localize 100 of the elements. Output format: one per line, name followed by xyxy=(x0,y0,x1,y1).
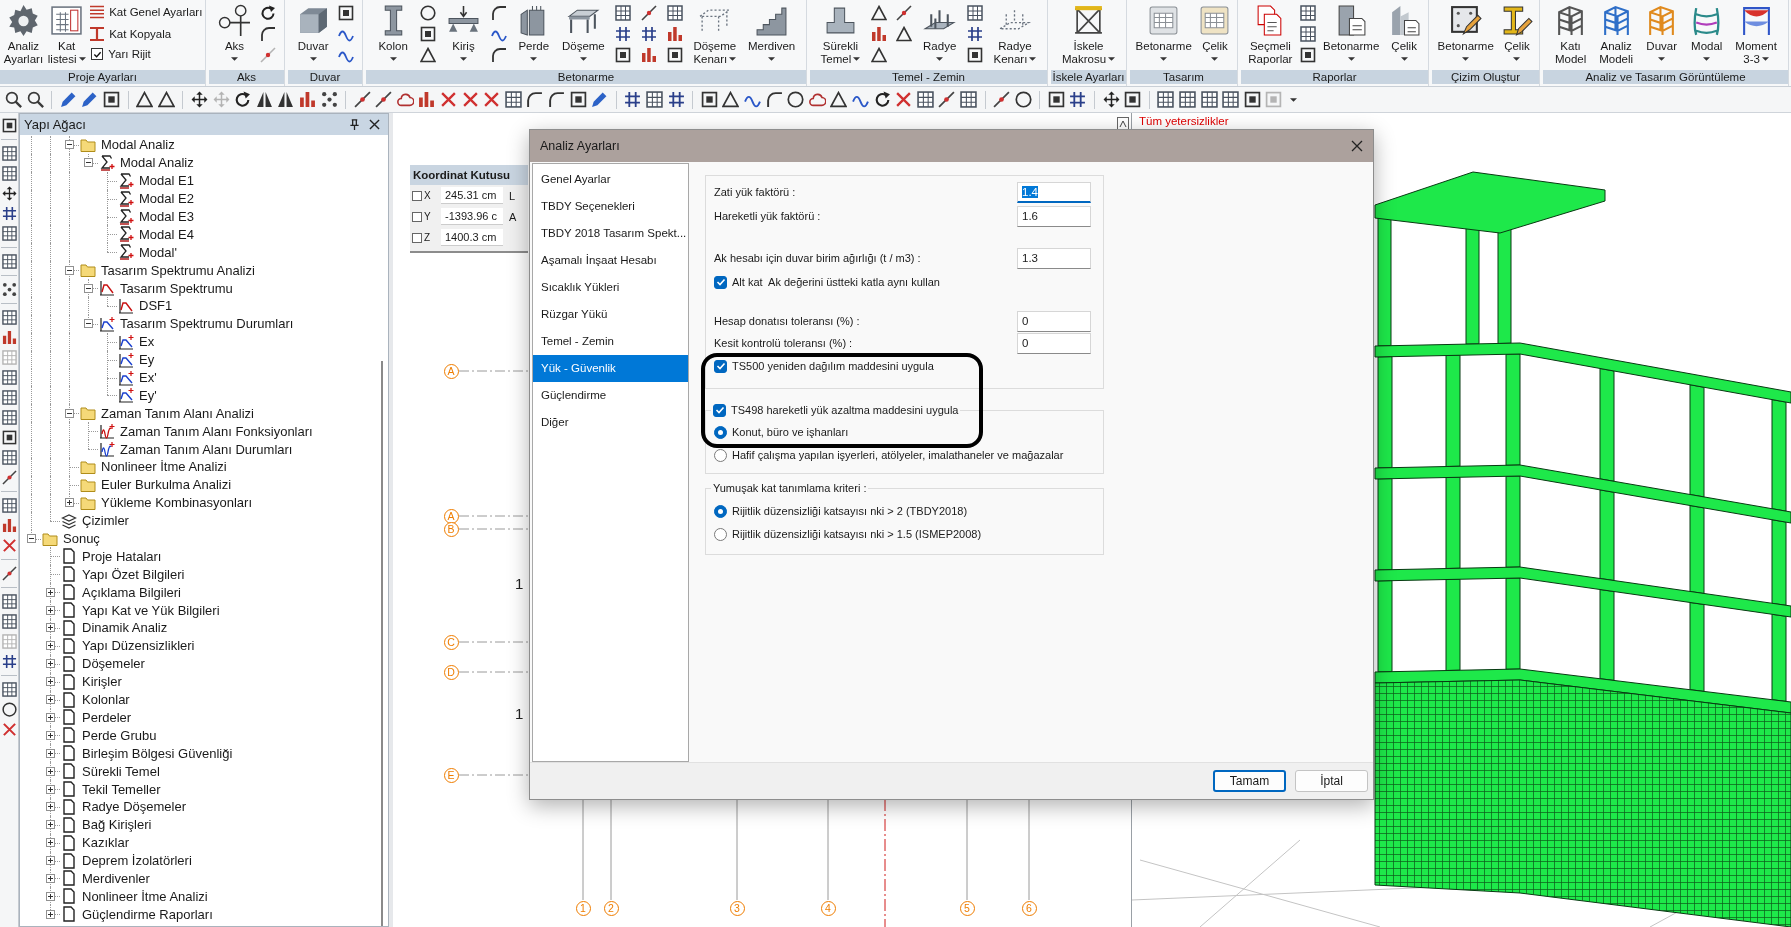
tree-item[interactable]: Modal E2 xyxy=(139,191,194,207)
cloud-icon[interactable] xyxy=(396,91,414,108)
tree-item[interactable]: Tasarım Spektrumu Analizi xyxy=(101,262,255,278)
nav-item[interactable]: Temel - Zemin xyxy=(533,328,688,355)
line-icon[interactable] xyxy=(641,5,658,21)
tree-expander[interactable] xyxy=(45,587,55,597)
table-icon[interactable] xyxy=(1,410,17,425)
input-field[interactable]: -1393.96 c xyxy=(441,208,503,225)
dialog-button[interactable]: İptal xyxy=(1295,770,1368,792)
tree-item[interactable]: Birleşim Bölgesi Güvenliği xyxy=(82,745,233,761)
table-icon[interactable] xyxy=(666,5,683,21)
tree-expander[interactable] xyxy=(45,623,55,633)
tree-item[interactable]: Yapı Özet Bilgileri xyxy=(82,566,185,582)
tree-item[interactable]: Tekil Temeller xyxy=(82,781,161,797)
close-icon[interactable] xyxy=(1351,140,1363,152)
table-icon[interactable] xyxy=(1157,91,1175,108)
table-icon[interactable] xyxy=(916,91,934,108)
square-icon[interactable] xyxy=(569,91,587,108)
line-icon[interactable] xyxy=(1,470,17,485)
tree-item[interactable]: Döşemeler xyxy=(82,656,145,672)
square-icon[interactable] xyxy=(1243,91,1261,108)
tree-item[interactable]: Bağ Kirişleri xyxy=(82,817,152,833)
circle-icon[interactable] xyxy=(420,5,437,21)
ribbon-button[interactable]: Betonarme xyxy=(1322,0,1381,61)
ribbon-button[interactable]: Sürekli Temel xyxy=(819,0,862,65)
grid-icon[interactable] xyxy=(641,26,658,42)
triangle-icon[interactable] xyxy=(896,26,913,42)
caret-icon[interactable] xyxy=(1290,97,1297,102)
ribbon-button[interactable]: Analiz Modeli xyxy=(1598,0,1635,65)
checkbox[interactable] xyxy=(714,275,727,289)
table-icon[interactable] xyxy=(1,254,17,269)
table-icon[interactable] xyxy=(1,594,17,609)
square-icon[interactable] xyxy=(1047,91,1065,108)
ribbon-button[interactable]: Çelik xyxy=(1197,0,1233,61)
tree-item[interactable]: Modal E1 xyxy=(139,173,194,189)
tree-item[interactable]: Modal Analiz xyxy=(101,137,175,153)
line-icon[interactable] xyxy=(896,5,913,21)
tree-expander[interactable] xyxy=(45,802,55,812)
table-icon[interactable] xyxy=(1200,91,1218,108)
square-icon[interactable] xyxy=(1,430,17,445)
tree-expander[interactable] xyxy=(64,408,74,418)
ribbon-button[interactable]: Radye xyxy=(922,0,958,61)
tree-item[interactable]: Çizimler xyxy=(82,513,129,529)
triangle-icon[interactable] xyxy=(157,91,175,108)
tree-item[interactable]: Modal E4 xyxy=(139,226,194,242)
ribbon-button[interactable]: Çelik xyxy=(1499,0,1535,61)
rotate-arrow-icon[interactable] xyxy=(873,91,891,108)
tree-expander[interactable] xyxy=(64,140,74,150)
tree-expander[interactable] xyxy=(45,766,55,776)
ribbon-button[interactable]: Kolon xyxy=(375,0,411,61)
ribbon-button[interactable]: Duvar xyxy=(1644,0,1680,61)
arc-icon[interactable] xyxy=(490,5,507,21)
tree-expander[interactable] xyxy=(45,748,55,758)
tree-expander[interactable] xyxy=(45,820,55,830)
ribbon-button[interactable]: Kat listesi xyxy=(46,0,87,65)
triangle-icon[interactable] xyxy=(136,91,154,108)
grid-icon[interactable] xyxy=(615,26,632,42)
tree-item[interactable]: Kolonlar xyxy=(82,692,130,708)
bars-icon[interactable] xyxy=(418,91,436,108)
tree-item[interactable]: Perde Grubu xyxy=(82,727,157,743)
tree-item[interactable]: Modal E3 xyxy=(139,209,194,224)
circle-icon[interactable] xyxy=(1,702,17,717)
tree-item[interactable]: Tasarım Spektrumu xyxy=(120,280,233,296)
arc-icon[interactable] xyxy=(526,91,544,108)
move-arrows-icon[interactable] xyxy=(1102,91,1120,108)
cross-icon[interactable] xyxy=(1,538,17,553)
nav-item[interactable]: TBDY Seçenekleri xyxy=(533,193,688,220)
ribbon-button[interactable]: Seçmeli Raporlar xyxy=(1247,0,1294,65)
nav-item[interactable]: Genel Ayarlar xyxy=(533,166,688,193)
circle-icon[interactable] xyxy=(1014,91,1032,108)
square-icon[interactable] xyxy=(102,91,120,108)
square-icon[interactable] xyxy=(966,47,983,63)
ribbon-button[interactable]: Moment 3-3 xyxy=(1734,0,1778,65)
tree-item[interactable]: Ex' xyxy=(139,370,157,385)
square-icon[interactable] xyxy=(338,5,355,21)
tree-expander[interactable] xyxy=(45,838,55,848)
bars-icon[interactable] xyxy=(870,26,887,42)
grid-icon[interactable] xyxy=(966,26,983,42)
arc-icon[interactable] xyxy=(548,91,566,108)
bars-icon[interactable] xyxy=(1,518,17,533)
checkbox[interactable] xyxy=(412,190,422,201)
checkbox[interactable] xyxy=(714,359,727,373)
tree-expander[interactable] xyxy=(45,909,55,919)
square-icon[interactable] xyxy=(1124,91,1142,108)
line-icon[interactable] xyxy=(375,91,393,108)
square-icon[interactable] xyxy=(1299,47,1316,63)
circle-icon[interactable] xyxy=(787,91,805,108)
tree-item[interactable]: Kirişler xyxy=(82,674,122,690)
bars-icon[interactable] xyxy=(298,91,316,108)
table-icon[interactable] xyxy=(959,91,977,108)
tree-item[interactable]: Euler Burkulma Analizi xyxy=(101,477,232,493)
square-icon[interactable] xyxy=(666,47,683,63)
table-icon[interactable] xyxy=(615,5,632,21)
tree-expander[interactable] xyxy=(45,605,55,615)
nav-item[interactable]: Diğer xyxy=(533,409,688,436)
grid-icon[interactable] xyxy=(1,654,17,669)
tree-item[interactable]: Ey xyxy=(139,352,155,368)
input-field[interactable]: 1.6 xyxy=(1017,205,1091,227)
ribbon-button[interactable]: Çelik xyxy=(1386,0,1422,61)
tree-item[interactable]: Proje Hataları xyxy=(82,548,162,564)
